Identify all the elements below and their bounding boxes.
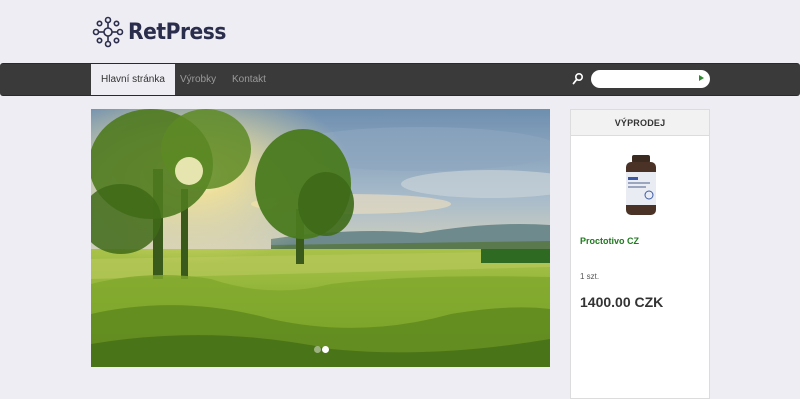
logo[interactable]: RetPress: [92, 16, 234, 48]
slider-dot-2[interactable]: [322, 346, 329, 353]
main-nav: Hlavní stránka Výrobky Kontakt: [0, 63, 800, 96]
sidebar-title: VÝPRODEJ: [571, 110, 709, 136]
network-logo-icon: [92, 16, 124, 48]
search-input[interactable]: [591, 70, 710, 88]
hero-slider-image[interactable]: [91, 109, 550, 367]
brand-name: RetPress: [128, 19, 226, 45]
nav-item-home[interactable]: Hlavní stránka: [91, 64, 175, 95]
product-quantity: 1 szt.: [580, 272, 600, 281]
slider-dot-1[interactable]: [314, 346, 321, 353]
search-submit-icon[interactable]: [699, 75, 704, 81]
product-bottle-image[interactable]: [623, 155, 659, 217]
sale-sidebar: VÝPRODEJ Proctotivo CZ 1 szt. 1400.00 CZ…: [570, 109, 710, 399]
product-name-link[interactable]: Proctotivo CZ: [580, 236, 639, 246]
nav-item-contact[interactable]: Kontakt: [222, 64, 276, 95]
site-header: RetPress: [0, 0, 800, 63]
search-icon[interactable]: [572, 72, 584, 86]
meadow-landscape-image: [91, 109, 550, 367]
nav-item-products[interactable]: Výrobky: [170, 64, 226, 95]
product-price: 1400.00 CZK: [580, 294, 664, 310]
